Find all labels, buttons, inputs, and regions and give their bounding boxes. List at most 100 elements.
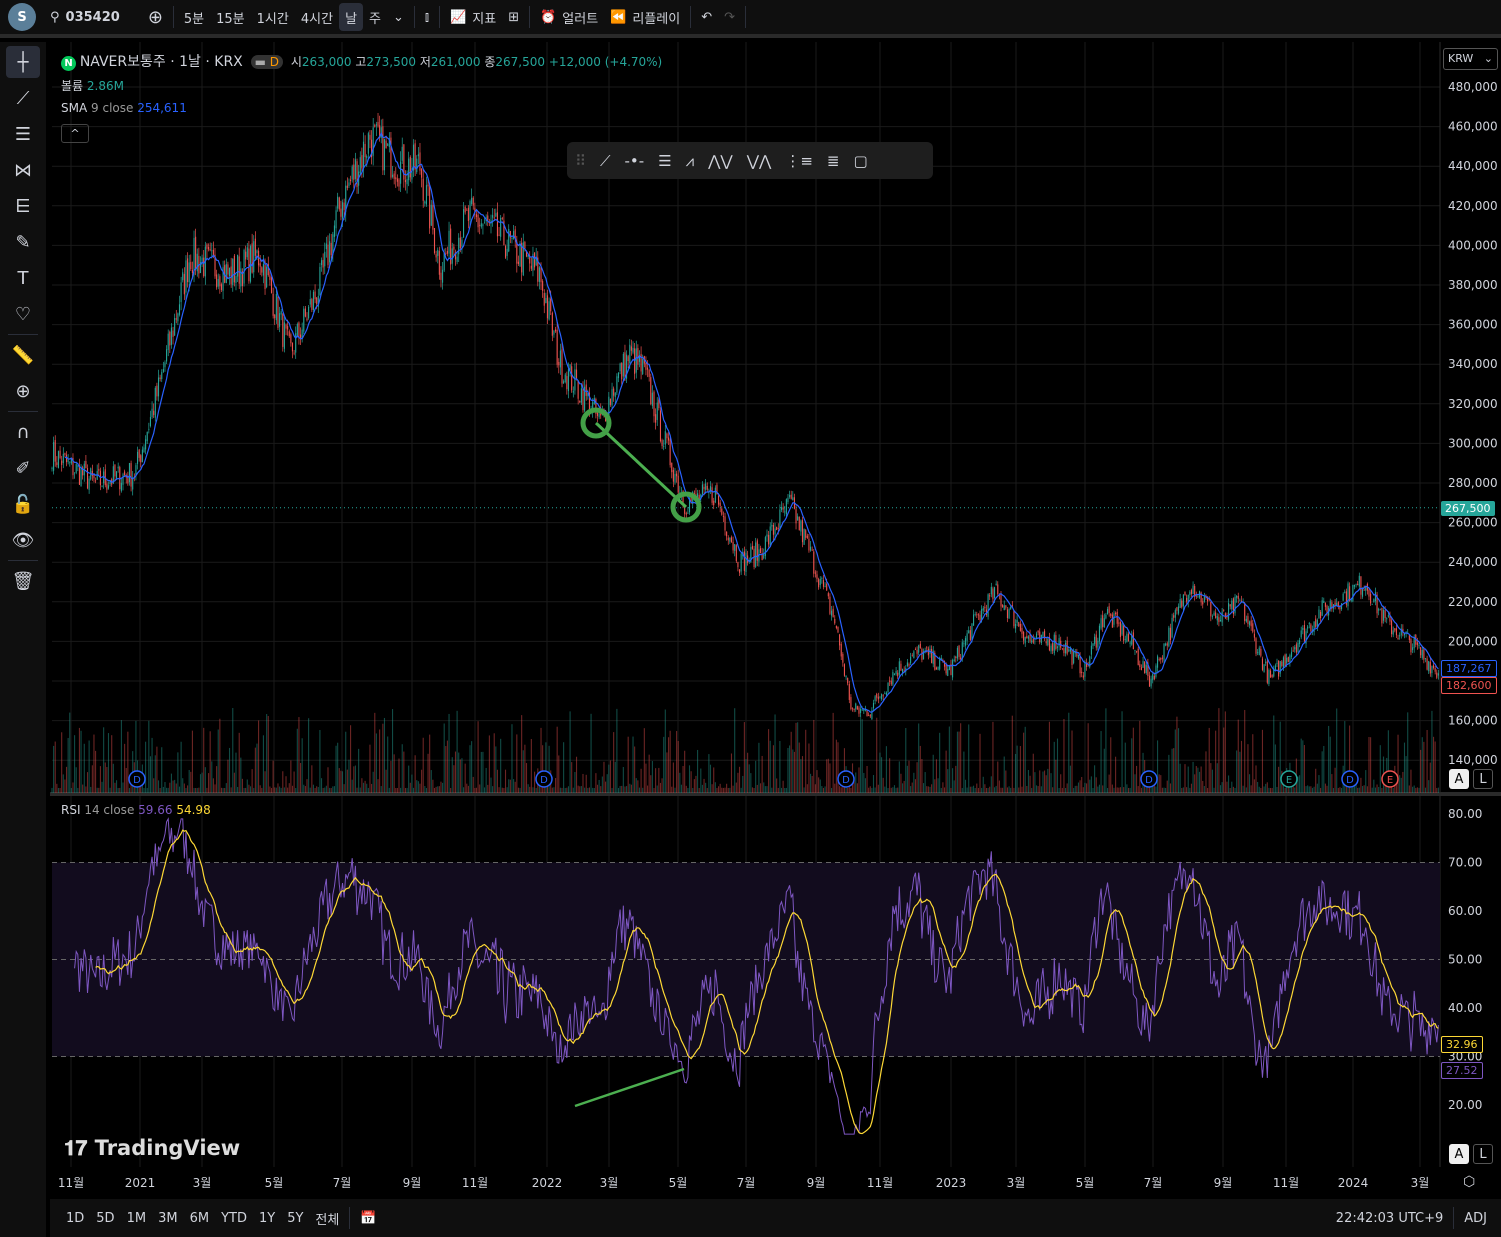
redo-button[interactable]: ↷ — [718, 3, 741, 31]
user-avatar[interactable]: S — [8, 3, 36, 31]
auto-scale-button-rsi[interactable]: A — [1449, 1144, 1469, 1164]
lock-tool[interactable]: 🔓 — [6, 488, 40, 520]
zoom-in-icon: ⊕ — [15, 380, 31, 402]
range-5y[interactable]: 5Y — [281, 1211, 309, 1226]
volume-bar — [734, 708, 736, 793]
interval-dropdown[interactable]: ⌄ — [387, 3, 410, 31]
horizontal-ray-icon[interactable]: -•- — [625, 152, 645, 170]
chart-type-button[interactable]: ⫾ — [419, 3, 435, 31]
adj-button[interactable]: ADJ — [1458, 1211, 1493, 1226]
volume-bar — [1053, 741, 1055, 793]
forecast-tool[interactable]: ⋿ — [6, 190, 40, 222]
trendline-tool[interactable]: ⟋ — [6, 82, 40, 114]
volume-bar — [506, 787, 508, 793]
range-6m[interactable]: 6M — [184, 1211, 216, 1226]
volume-bar — [1019, 746, 1021, 793]
range-5d[interactable]: 5D — [90, 1211, 120, 1226]
goto-date-button[interactable]: 📅 — [354, 1211, 382, 1226]
elliott-wave-icon[interactable]: ⋀⋁ — [708, 152, 733, 170]
collapse-legend-button[interactable]: ^ — [61, 124, 89, 143]
volume-legend[interactable]: 볼륨 2.86M — [61, 77, 124, 94]
volume-bar — [1403, 742, 1406, 793]
volume-bar — [217, 729, 219, 793]
volume-bar — [311, 765, 313, 793]
log-scale-button-rsi[interactable]: L — [1473, 1144, 1493, 1164]
volume-bar — [1076, 785, 1078, 793]
interval-day[interactable]: 날 — [339, 3, 364, 31]
crosshair-tool[interactable]: ┼ — [6, 46, 40, 78]
candle-body — [1182, 594, 1184, 607]
chart-canvas[interactable]: 480,000460,000440,000420,000400,000380,0… — [50, 42, 1501, 1199]
clock-time[interactable]: 22:42:03 UTC+9 — [1330, 1211, 1449, 1226]
range-1d[interactable]: 1D — [60, 1211, 90, 1226]
volume-bar — [1097, 786, 1099, 793]
fib-retracement-icon[interactable]: ⋮≡ — [785, 152, 813, 170]
indicators-button[interactable]: 📈 지표 — [444, 3, 502, 31]
trendline-icon[interactable]: ⟋ — [600, 152, 611, 170]
brush-tool[interactable]: ✎ — [6, 226, 40, 258]
rsi-legend[interactable]: RSI 14 close 59.66 54.98 — [61, 803, 211, 817]
fib-extension-icon[interactable]: ≣ — [827, 152, 840, 170]
range-ytd[interactable]: YTD — [215, 1211, 253, 1226]
volume-bar — [91, 765, 93, 793]
fib-tool[interactable]: ☰ — [6, 118, 40, 150]
parallel-channel-icon[interactable]: ☰ — [658, 152, 671, 170]
candle-body — [1039, 631, 1041, 643]
add-symbol-button[interactable]: ⊕ — [142, 3, 169, 31]
volume-bar — [588, 787, 590, 793]
interval-week[interactable]: 주 — [363, 3, 387, 31]
abcd-pattern-icon[interactable]: ⋁⋀ — [747, 152, 772, 170]
interval-15m[interactable]: 15분 — [210, 3, 251, 31]
candle-body — [819, 578, 821, 586]
candle-body — [993, 587, 996, 598]
volume-bar — [1300, 738, 1302, 793]
layouts-button[interactable]: ⊞ — [502, 3, 525, 31]
volume-bar — [777, 787, 779, 793]
xabcd-pattern-icon[interactable]: ⩘ — [686, 152, 694, 170]
auto-scale-button[interactable]: A — [1449, 769, 1469, 789]
candle-body — [829, 596, 831, 614]
candle-body — [277, 296, 279, 328]
range-all[interactable]: 전체 — [309, 1209, 345, 1228]
text-tool[interactable]: T — [6, 262, 40, 294]
symbol-search[interactable]: ⚲ 035420 — [44, 3, 126, 31]
volume-bar — [808, 743, 810, 793]
range-1y[interactable]: 1Y — [253, 1211, 281, 1226]
hide-tool[interactable]: 👁 — [6, 524, 40, 556]
candle-body — [319, 266, 321, 295]
alert-button[interactable]: ⏰ 얼러트 — [534, 3, 604, 31]
range-3m[interactable]: 3M — [152, 1211, 184, 1226]
interval-4h[interactable]: 4시간 — [295, 3, 339, 31]
candle-body — [1294, 647, 1296, 650]
currency-select[interactable]: KRW ⌄ — [1443, 48, 1498, 70]
event-marker-label: D — [540, 775, 548, 786]
lock-drawings-tool[interactable]: ✐ — [6, 452, 40, 484]
time-axis-settings-icon[interactable]: ⬡ — [1463, 1174, 1475, 1190]
magnet-tool[interactable]: ∩ — [6, 416, 40, 448]
undo-button[interactable]: ↶ — [695, 3, 718, 31]
candle-body — [1282, 657, 1284, 668]
drag-handle-icon[interactable]: ⠿ — [575, 152, 586, 170]
volume-bar — [637, 780, 639, 793]
log-scale-button[interactable]: L — [1473, 769, 1493, 789]
candle-body — [408, 158, 410, 181]
range-1m[interactable]: 1M — [121, 1211, 153, 1226]
delete-tool[interactable]: 🗑 — [6, 565, 40, 597]
interval-5m[interactable]: 5분 — [178, 3, 210, 31]
replay-button[interactable]: ⏪ 리플레이 — [604, 3, 686, 31]
candle-body — [885, 692, 887, 695]
symbol-title[interactable]: NAVER보통주 · 1날 · KRX — [80, 54, 243, 70]
pattern-tool[interactable]: ⋈ — [6, 154, 40, 186]
candle-body — [59, 450, 61, 458]
favorites-tool[interactable]: ♡ — [6, 298, 40, 330]
rsi-ma-tag: 32.96 — [1441, 1036, 1483, 1053]
candle-body — [480, 223, 482, 227]
volume-bar — [798, 742, 800, 793]
sma-legend[interactable]: SMA 9 close 254,611 — [61, 101, 187, 115]
market-status-badge[interactable]: ▬ D — [250, 55, 284, 69]
interval-1h[interactable]: 1시간 — [251, 3, 295, 31]
zoom-tool[interactable]: ⊕ — [6, 375, 40, 407]
trash-icon: 🗑 — [11, 570, 35, 592]
measure-tool[interactable]: 📏 — [6, 339, 40, 371]
rectangle-icon[interactable]: ▢ — [854, 152, 868, 170]
